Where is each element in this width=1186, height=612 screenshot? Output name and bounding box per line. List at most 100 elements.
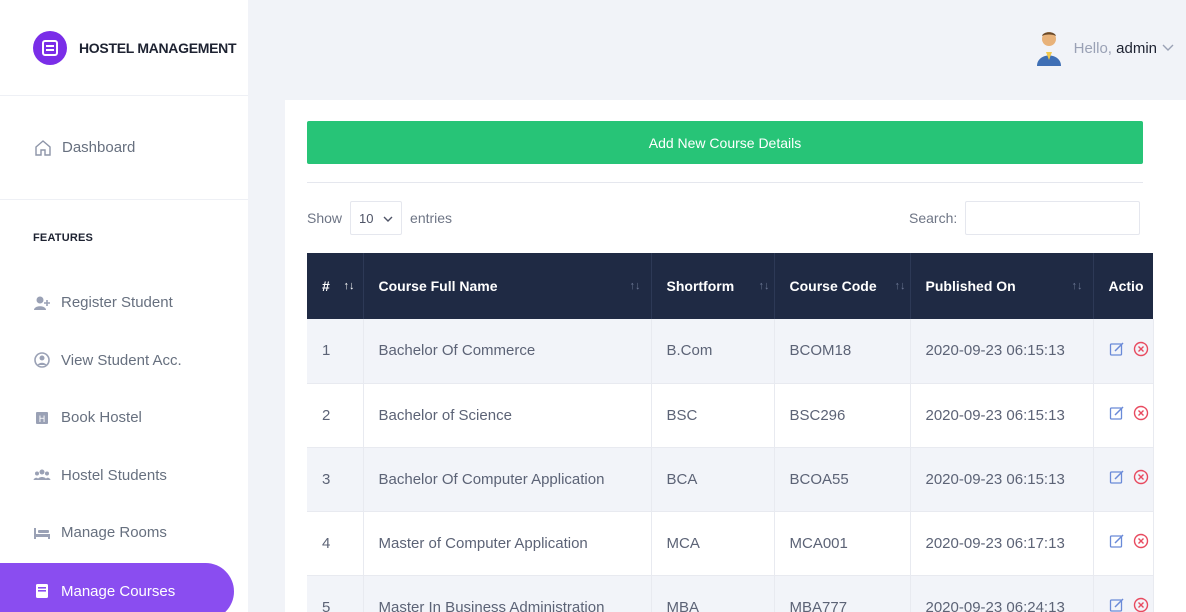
sidebar-item-label: Hostel Students <box>61 466 167 484</box>
cell-actions <box>1093 511 1154 576</box>
show-label: Show <box>307 210 343 226</box>
column-header-published-on[interactable]: Published On ↑↓ <box>910 253 1094 319</box>
sort-icon: ↑↓ <box>629 280 641 292</box>
cell-shortform: BCA <box>651 447 775 512</box>
users-icon <box>33 466 51 484</box>
bed-icon <box>33 524 51 542</box>
sidebar-item-manage-courses[interactable]: Manage Courses <box>0 562 234 612</box>
sidebar-item-manage-rooms[interactable]: Manage Rooms <box>0 504 248 562</box>
column-header-action[interactable]: Actio <box>1093 253 1153 319</box>
sort-icon: ↑↓ <box>894 280 906 292</box>
cell-shortform: MBA <box>651 575 775 612</box>
cell-course-code: MCA001 <box>774 511 911 576</box>
sidebar-item-label: Manage Rooms <box>61 524 167 542</box>
column-header-number[interactable]: # ↑↓ <box>307 253 364 319</box>
cell-number: 4 <box>307 511 364 576</box>
column-header-course-name[interactable]: Course Full Name ↑↓ <box>363 253 652 319</box>
cell-course-name: Bachelor of Science <box>363 383 652 448</box>
top-header: Hello, admin <box>248 0 1186 96</box>
delete-icon[interactable] <box>1133 597 1149 612</box>
table-row: 2 Bachelor of Science BSC BSC296 2020-09… <box>307 383 1154 448</box>
edit-icon[interactable] <box>1109 469 1125 489</box>
cell-shortform: MCA <box>651 511 775 576</box>
entries-value: 10 <box>359 210 374 226</box>
entries-control: Show 10 entries <box>307 201 452 235</box>
add-course-button[interactable]: Add New Course Details <box>307 121 1143 164</box>
cell-actions <box>1093 383 1154 448</box>
search-label: Search: <box>909 210 958 226</box>
delete-icon[interactable] <box>1133 533 1149 553</box>
home-icon <box>34 139 52 157</box>
cell-shortform: BSC <box>651 383 775 448</box>
edit-icon[interactable] <box>1109 341 1125 361</box>
user-plus-icon <box>33 294 51 312</box>
book-icon <box>33 582 51 600</box>
edit-icon[interactable] <box>1109 405 1125 425</box>
sidebar-item-book-hostel[interactable]: H Book Hostel <box>0 389 248 447</box>
brand-name: HOSTEL MANAGEMENT <box>79 39 237 56</box>
cell-published-on: 2020-09-23 06:15:13 <box>910 447 1094 512</box>
cell-course-name: Master of Computer Application <box>363 511 652 576</box>
greeting-text: Hello, <box>1073 39 1112 57</box>
search-control: Search: <box>909 201 1141 235</box>
delete-icon[interactable] <box>1133 341 1149 361</box>
cell-number: 2 <box>307 383 364 448</box>
svg-text:H: H <box>39 415 46 425</box>
sidebar-item-hostel-students[interactable]: Hostel Students <box>0 447 248 505</box>
cell-course-code: BCOM18 <box>774 319 911 384</box>
edit-icon[interactable] <box>1109 597 1125 612</box>
sidebar-item-dashboard[interactable]: Dashboard <box>0 96 248 200</box>
delete-icon[interactable] <box>1133 405 1149 425</box>
user-circle-icon <box>33 351 51 369</box>
sort-icon: ↑↓ <box>343 280 355 292</box>
cell-actions <box>1093 575 1154 612</box>
table-row: 5 Master In Business Administration MBA … <box>307 575 1154 612</box>
sidebar-item-label: Book Hostel <box>61 409 142 427</box>
sidebar-item-register-student[interactable]: Register Student <box>0 274 248 332</box>
cell-number: 1 <box>307 319 364 384</box>
cell-published-on: 2020-09-23 06:15:13 <box>910 383 1094 448</box>
avatar[interactable] <box>1034 30 1064 66</box>
sidebar-item-label: Dashboard <box>62 139 136 156</box>
chevron-down-icon[interactable] <box>1162 41 1174 55</box>
username: admin <box>1116 39 1157 57</box>
divider <box>307 182 1143 183</box>
cell-actions <box>1093 319 1154 384</box>
sort-icon: ↑↓ <box>1071 280 1083 292</box>
sort-icon: ↑↓ <box>758 280 770 292</box>
cell-shortform: B.Com <box>651 319 775 384</box>
cell-published-on: 2020-09-23 06:17:13 <box>910 511 1094 576</box>
sidebar-item-label: View Student Acc. <box>61 351 182 369</box>
cell-course-code: BSC296 <box>774 383 911 448</box>
cell-number: 5 <box>307 575 364 612</box>
hostel-icon: H <box>33 409 51 427</box>
sidebar: HOSTEL MANAGEMENT Dashboard FEATURES Reg… <box>0 0 248 612</box>
cell-course-name: Bachelor Of Commerce <box>363 319 652 384</box>
table-row: 3 Bachelor Of Computer Application BCA B… <box>307 447 1154 512</box>
entries-label: entries <box>410 210 453 226</box>
chevron-down-icon <box>383 211 393 226</box>
sidebar-item-label: Register Student <box>61 294 173 312</box>
cell-published-on: 2020-09-23 06:24:13 <box>910 575 1094 612</box>
sidebar-item-view-student-acc[interactable]: View Student Acc. <box>0 332 248 390</box>
features-heading: FEATURES <box>33 232 94 244</box>
search-input[interactable] <box>965 201 1141 235</box>
cell-course-name: Bachelor Of Computer Application <box>363 447 652 512</box>
cell-course-code: BCOA55 <box>774 447 911 512</box>
column-header-shortform[interactable]: Shortform ↑↓ <box>651 253 775 319</box>
delete-icon[interactable] <box>1133 469 1149 489</box>
main-card: Add New Course Details Show 10 entries S… <box>285 100 1186 612</box>
table-row: 4 Master of Computer Application MCA MCA… <box>307 511 1154 576</box>
table-header-row: # ↑↓ Course Full Name ↑↓ Shortform ↑↓ Cours… <box>307 253 1153 319</box>
entries-select[interactable]: 10 <box>350 201 403 235</box>
edit-icon[interactable] <box>1109 533 1125 553</box>
cell-published-on: 2020-09-23 06:15:13 <box>910 319 1094 384</box>
column-header-course-code[interactable]: Course Code ↑↓ <box>774 253 911 319</box>
brand[interactable]: HOSTEL MANAGEMENT <box>0 0 248 96</box>
cell-course-name: Master In Business Administration <box>363 575 652 612</box>
cell-actions <box>1093 447 1154 512</box>
cell-course-code: MBA777 <box>774 575 911 612</box>
sidebar-item-label: Manage Courses <box>61 582 176 600</box>
user-menu[interactable]: Hello, admin <box>1074 40 1157 57</box>
table-row: 1 Bachelor Of Commerce B.Com BCOM18 2020… <box>307 319 1154 384</box>
